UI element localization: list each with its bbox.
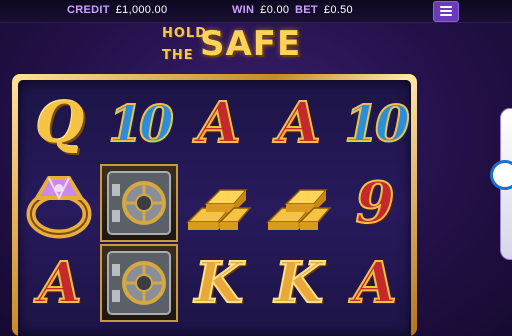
reel-symbol-a: A [352,249,397,317]
logo-line3: SAFE [200,24,302,64]
gold-bars-icon [180,164,258,242]
bet-value: £0.50 [323,4,353,16]
gold-bars-icon [260,164,338,242]
reel-symbol-a: A [196,89,241,157]
reel-symbol-10: 10 [107,93,175,154]
logo-line2: THE [162,48,194,63]
autoplay-icon[interactable] [490,160,512,190]
reel-symbol-9: 9 [355,169,396,237]
bet-label: BET [295,4,318,16]
reel-symbol-k: K [194,249,245,317]
reel-symbol-a: A [37,249,82,317]
menu-button[interactable] [433,1,459,22]
credit-value: £1,000.00 [115,4,168,16]
win-label: WIN [232,4,255,16]
reel-symbol-q: Q [35,90,85,156]
vault-icon [100,244,178,322]
hamburger-icon [440,6,452,8]
win-value: £0.00 [260,4,290,16]
win-display: WIN £0.00 [232,4,289,16]
game-logo: HOLD THE SAFE [158,24,300,72]
credit-display: CREDIT £1,000.00 [67,4,167,16]
credit-label: CREDIT [67,4,110,16]
bet-display: BET £0.50 [295,4,353,16]
reel-symbol-k: K [274,249,325,317]
reel-symbol-10: 10 [343,93,411,154]
ring-icon [21,164,99,242]
reel-area: Q 10 A A 10 9 A K K A [18,80,411,336]
reel-symbol-a: A [276,89,321,157]
reel-frame: Q 10 A A 10 9 A K K A [12,74,417,336]
vault-icon [100,164,178,242]
top-status-bar: CREDIT £1,000.00 WIN £0.00 BET £0.50 [0,0,512,23]
